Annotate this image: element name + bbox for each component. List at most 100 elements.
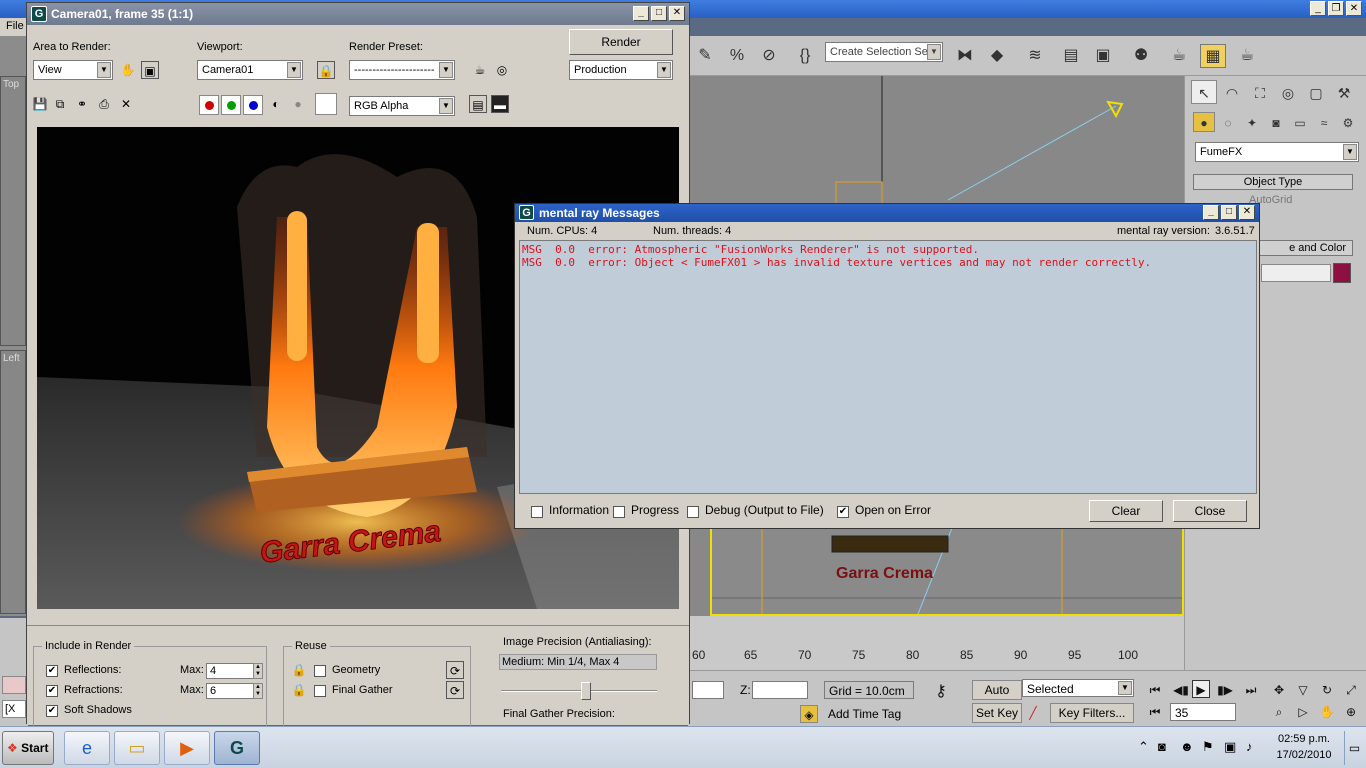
goto-end-icon[interactable]: ⏭ xyxy=(1240,681,1262,699)
space-warps-icon[interactable]: ≈ xyxy=(1313,113,1335,133)
object-type-rollout[interactable]: Object Type xyxy=(1193,174,1353,190)
utilities-tab-icon[interactable]: ⚒ xyxy=(1331,81,1357,105)
snap-icon[interactable]: ✎ xyxy=(692,44,718,68)
current-frame-field[interactable]: 35 xyxy=(1170,703,1236,721)
refractions-checkbox[interactable]: ✔ xyxy=(46,685,58,697)
blue-channel-toggle[interactable] xyxy=(243,95,263,115)
pan-icon[interactable]: ✥ xyxy=(1268,681,1290,699)
render-setup-icon[interactable]: ☕ xyxy=(471,61,489,79)
y-coordinate-field[interactable] xyxy=(692,681,724,699)
information-checkbox[interactable] xyxy=(531,506,543,518)
next-frame-icon[interactable]: ▮▶ xyxy=(1214,681,1236,699)
material-editor-icon[interactable]: ⚉ xyxy=(1128,44,1154,68)
render-button[interactable]: Render xyxy=(569,29,673,55)
camera-icon[interactable]: ◙ xyxy=(1158,739,1166,754)
selection-lock-field[interactable] xyxy=(2,676,26,694)
key-filters-button[interactable]: Key Filters... xyxy=(1050,703,1134,723)
display-channel-dropdown[interactable]: RGB Alpha ▼ xyxy=(349,96,455,116)
render-mode-dropdown[interactable]: Production ▼ xyxy=(569,60,673,80)
volume-icon[interactable]: ♪ xyxy=(1246,739,1253,754)
geometry-checkbox[interactable] xyxy=(314,665,326,677)
minimize-icon[interactable]: _ xyxy=(1310,1,1326,16)
auto-region-icon[interactable]: ▣ xyxy=(141,61,159,79)
maxscript-field[interactable]: [X xyxy=(2,700,26,718)
save-image-icon[interactable]: 💾 xyxy=(31,95,49,113)
area-to-render-dropdown[interactable]: View ▼ xyxy=(33,60,113,80)
viewport-dropdown[interactable]: Camera01 ▼ xyxy=(197,60,303,80)
alpha-channel-icon[interactable]: ◐ xyxy=(267,95,285,113)
clear-button[interactable]: Clear xyxy=(1089,500,1163,522)
z-coordinate-field[interactable] xyxy=(752,681,808,699)
viewport-top[interactable]: Top xyxy=(0,76,26,346)
auto-key-button[interactable]: Auto Key xyxy=(972,680,1022,715)
red-channel-toggle[interactable] xyxy=(199,95,219,115)
close-button[interactable]: Close xyxy=(1173,500,1247,522)
key-mode-toggle-icon[interactable]: ⏮ xyxy=(1144,703,1166,721)
soft-shadows-checkbox[interactable]: ✔ xyxy=(46,705,58,717)
clock[interactable]: 02:59 p.m. 17/02/2010 xyxy=(1272,731,1336,763)
edit-named-selection-icon[interactable]: {} xyxy=(792,44,818,68)
percent-snap-icon[interactable]: % xyxy=(724,44,750,68)
dolly-icon[interactable]: ▷ xyxy=(1292,703,1314,721)
color-swatch[interactable] xyxy=(315,93,337,115)
helpers-icon[interactable]: ▭ xyxy=(1289,113,1311,133)
geometry-icon[interactable]: ● xyxy=(1193,112,1215,132)
layers-icon[interactable]: ≋ xyxy=(1022,44,1048,68)
refractions-max-spinner[interactable]: 6 ▲ ▼ xyxy=(206,683,263,699)
close-icon[interactable]: ✕ xyxy=(669,6,685,21)
rendered-frame-window-icon[interactable]: ▦ xyxy=(1200,44,1226,68)
progress-checkbox[interactable] xyxy=(613,506,625,518)
render-setup-icon[interactable]: ☕ xyxy=(1166,44,1192,68)
play-icon[interactable]: ▶ xyxy=(1192,680,1210,698)
render-production-icon[interactable]: ☕ xyxy=(1234,44,1260,68)
set-key-button[interactable]: Set Key xyxy=(972,703,1022,723)
viewport-left[interactable]: Left xyxy=(0,350,26,614)
panda-icon[interactable]: ☻ xyxy=(1180,739,1194,754)
lock-icon[interactable]: 🔒 xyxy=(290,681,308,699)
object-category-dropdown[interactable]: FumeFX ▼ xyxy=(1195,142,1359,162)
debug-checkbox[interactable] xyxy=(687,506,699,518)
time-slider[interactable]: 60 65 70 75 80 85 90 95 100 xyxy=(688,616,1184,670)
clear-icon[interactable]: ✕ xyxy=(117,95,135,113)
create-tab-icon[interactable]: ↖ xyxy=(1191,80,1217,104)
reflections-checkbox[interactable]: ✔ xyxy=(46,665,58,677)
key-icon[interactable]: ⚷ xyxy=(930,683,952,701)
open-on-error-checkbox[interactable]: ✔ xyxy=(837,506,849,518)
media-player-icon[interactable]: ▶ xyxy=(164,731,210,765)
zoom-icon[interactable]: ⌕ xyxy=(1268,703,1290,721)
message-log[interactable]: MSG 0.0 error: Atmospheric "FusionWorks … xyxy=(519,240,1257,494)
modify-tab-icon[interactable]: ◠ xyxy=(1219,81,1245,105)
arc-rotate-icon[interactable]: ⊕ xyxy=(1340,703,1362,721)
spinner-arrows-icon[interactable]: ▲ ▼ xyxy=(253,683,263,699)
lock-icon[interactable]: 🔒 xyxy=(290,661,308,679)
time-tag-icon[interactable]: ◈ xyxy=(800,705,818,723)
maximize-icon[interactable]: □ xyxy=(651,6,667,21)
environment-icon[interactable]: ◎ xyxy=(493,61,511,79)
hand-icon[interactable]: ✋ xyxy=(1316,703,1338,721)
final-gather-checkbox[interactable] xyxy=(314,685,326,697)
orbit-icon[interactable]: ↻ xyxy=(1316,681,1338,699)
toggle-ui-icon[interactable]: ▬ xyxy=(491,95,509,113)
fov-icon[interactable]: ▽ xyxy=(1292,681,1314,699)
restore-icon[interactable]: ❐ xyxy=(1328,1,1344,16)
edit-region-icon[interactable]: ✋ xyxy=(119,61,137,79)
align-icon[interactable]: ◆ xyxy=(984,44,1010,68)
lights-icon[interactable]: ✦ xyxy=(1241,113,1263,133)
render-window-title-bar[interactable]: G Camera01, frame 35 (1:1) _ □ ✕ xyxy=(27,3,689,25)
display-tab-icon[interactable]: ▢ xyxy=(1303,81,1329,105)
flag-icon[interactable]: ⚑ xyxy=(1202,739,1214,755)
selection-set-dropdown[interactable]: Create Selection Set ▼ xyxy=(825,42,943,62)
goto-start-icon[interactable]: ⏮ xyxy=(1144,681,1166,699)
key-mode-dropdown[interactable]: Selected ▼ xyxy=(1022,679,1134,697)
minimize-icon[interactable]: _ xyxy=(1203,205,1219,220)
object-name-field[interactable] xyxy=(1261,264,1331,282)
network-icon[interactable]: ▣ xyxy=(1224,739,1236,755)
show-hidden-icon[interactable]: ⌃ xyxy=(1138,739,1149,755)
lock-icon[interactable]: 🔒 xyxy=(317,61,335,79)
refresh-icon[interactable]: ⟳ xyxy=(446,661,464,679)
spinner-snap-icon[interactable]: ⊘ xyxy=(756,44,782,68)
spinner-arrows-icon[interactable]: ▲ ▼ xyxy=(253,663,263,679)
copy-image-icon[interactable]: ⧉ xyxy=(51,95,69,113)
explorer-folder-icon[interactable]: ▭ xyxy=(114,731,160,765)
refresh-icon[interactable]: ⟳ xyxy=(446,681,464,699)
